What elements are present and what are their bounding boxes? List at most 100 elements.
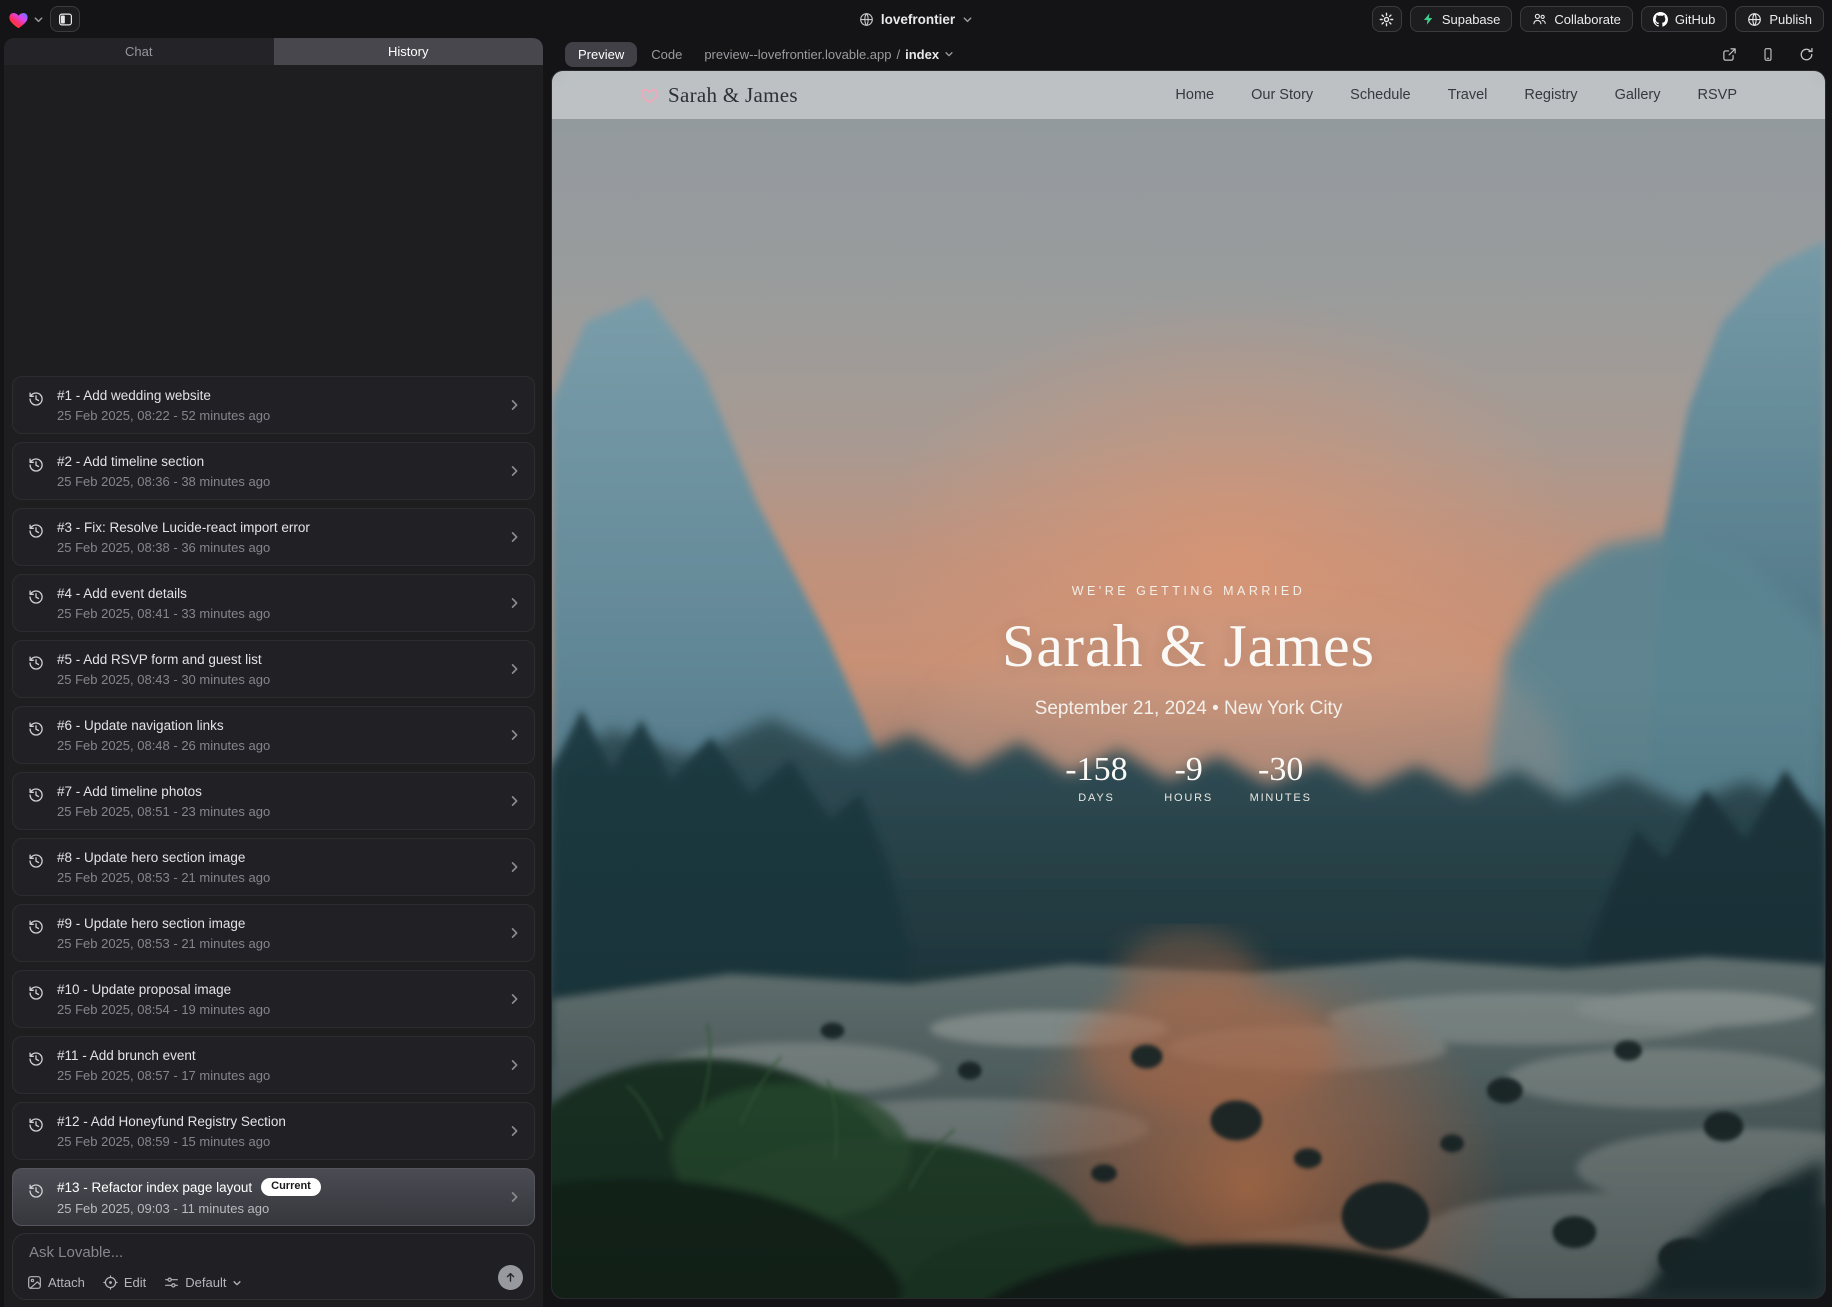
history-clock-icon [28, 919, 44, 935]
history-entry[interactable]: #3 - Fix: Resolve Lucide-react import er… [12, 508, 535, 566]
attach-button[interactable]: Attach [27, 1275, 85, 1290]
site-logo[interactable]: Sarah & James [640, 83, 798, 108]
tab-history[interactable]: History [274, 38, 544, 65]
history-entry[interactable]: #2 - Add timeline section 25 Feb 2025, 0… [12, 442, 535, 500]
chevron-right-icon[interactable] [508, 399, 521, 412]
lovable-heart-logo [8, 10, 29, 29]
history-entry[interactable]: #5 - Add RSVP form and guest list 25 Feb… [12, 640, 535, 698]
history-entry-title: #6 - Update navigation links [57, 718, 224, 733]
history-entry-title: #4 - Add event details [57, 586, 187, 601]
chevron-right-icon[interactable] [508, 927, 521, 940]
chevron-right-icon[interactable] [508, 729, 521, 742]
history-clock-icon [28, 589, 44, 605]
history-entry-timestamp: 25 Feb 2025, 08:36 - 38 minutes ago [57, 474, 534, 489]
history-clock-icon [28, 1051, 44, 1067]
history-entry[interactable]: #10 - Update proposal image 25 Feb 2025,… [12, 970, 535, 1028]
site-logo-text: Sarah & James [668, 83, 798, 108]
chevron-right-icon[interactable] [508, 993, 521, 1006]
panel-left-icon [58, 12, 73, 27]
supabase-button[interactable]: Supabase [1410, 6, 1513, 32]
history-entry-text: #8 - Update hero section image 25 Feb 20… [13, 850, 534, 885]
history-entry-title: #2 - Add timeline section [57, 454, 204, 469]
preview-url-host: preview--lovefrontier.lovable.app [704, 47, 891, 62]
history-entry[interactable]: #13 - Refactor index page layout Current… [12, 1168, 535, 1226]
tab-chat[interactable]: Chat [4, 38, 274, 65]
history-entry[interactable]: #6 - Update navigation links 25 Feb 2025… [12, 706, 535, 764]
history-entry-text: #5 - Add RSVP form and guest list 25 Feb… [13, 652, 534, 687]
countdown-label: DAYS [1078, 792, 1114, 804]
history-entry-text: #13 - Refactor index page layout Current… [13, 1178, 534, 1216]
lovable-logo-menu[interactable] [8, 10, 44, 29]
open-external-icon[interactable] [1722, 47, 1737, 62]
history-entry-text: #9 - Update hero section image 25 Feb 20… [13, 916, 534, 951]
history-entry-text: #4 - Add event details 25 Feb 2025, 08:4… [13, 586, 534, 621]
history-entry-text: #12 - Add Honeyfund Registry Section 25 … [13, 1114, 534, 1149]
history-entry[interactable]: #8 - Update hero section image 25 Feb 20… [12, 838, 535, 896]
countdown-value: -9 [1174, 753, 1202, 787]
chevron-right-icon[interactable] [508, 1125, 521, 1138]
chevron-right-icon[interactable] [508, 597, 521, 610]
chevron-right-icon[interactable] [508, 1191, 521, 1204]
send-button[interactable] [498, 1265, 523, 1290]
site-nav-link[interactable]: Schedule [1350, 87, 1410, 103]
countdown-unit: -9 HOURS [1158, 753, 1220, 804]
history-entry-title: #5 - Add RSVP form and guest list [57, 652, 262, 667]
site-navbar: Sarah & James Home Our Story Schedule Trave… [552, 71, 1825, 119]
history-entry[interactable]: #9 - Update hero section image 25 Feb 20… [12, 904, 535, 962]
chevron-right-icon[interactable] [508, 795, 521, 808]
collaborate-button[interactable]: Collaborate [1520, 6, 1633, 32]
ask-lovable-input[interactable] [29, 1244, 484, 1261]
mobile-view-icon[interactable] [1761, 47, 1775, 62]
website-preview-frame: Sarah & James Home Our Story Schedule Trave… [551, 70, 1826, 1299]
site-nav-link[interactable]: Travel [1448, 87, 1488, 103]
history-entry-text: #2 - Add timeline section 25 Feb 2025, 0… [13, 454, 534, 489]
chat-history-sidebar: Chat History #1 - Add wedding website [4, 38, 543, 1307]
project-chevron-down-icon[interactable] [962, 14, 973, 25]
site-nav-link[interactable]: Registry [1524, 87, 1577, 103]
edit-target-icon [103, 1275, 118, 1290]
preview-url[interactable]: preview--lovefrontier.lovable.app / inde… [704, 47, 954, 62]
publish-globe-icon [1747, 12, 1762, 27]
site-nav-link[interactable]: Home [1175, 87, 1214, 103]
preview-tab[interactable]: Preview [565, 42, 637, 67]
countdown-value: -30 [1258, 753, 1303, 787]
chevron-right-icon[interactable] [508, 861, 521, 874]
site-nav-link[interactable]: Our Story [1251, 87, 1313, 103]
history-entry-title: #9 - Update hero section image [57, 916, 245, 931]
history-entry[interactable]: #1 - Add wedding website 25 Feb 2025, 08… [12, 376, 535, 434]
project-globe-icon [859, 12, 874, 27]
publish-button[interactable]: Publish [1735, 6, 1824, 32]
mode-label: Default [185, 1275, 226, 1290]
sidebar-toggle-button[interactable] [50, 6, 80, 32]
chevron-right-icon[interactable] [508, 465, 521, 478]
history-entry[interactable]: #11 - Add brunch event 25 Feb 2025, 08:5… [12, 1036, 535, 1094]
history-entry-timestamp: 25 Feb 2025, 08:53 - 21 minutes ago [57, 870, 534, 885]
chevron-right-icon[interactable] [508, 1059, 521, 1072]
history-clock-icon [28, 985, 44, 1001]
github-button[interactable]: GitHub [1641, 6, 1727, 32]
collaborate-button-label: Collaborate [1554, 12, 1621, 27]
edit-button[interactable]: Edit [103, 1275, 146, 1290]
chevron-right-icon[interactable] [508, 663, 521, 676]
site-nav-link[interactable]: RSVP [1698, 87, 1738, 103]
github-button-label: GitHub [1675, 12, 1715, 27]
history-entry-timestamp: 25 Feb 2025, 08:57 - 17 minutes ago [57, 1068, 534, 1083]
refresh-icon[interactable] [1799, 47, 1814, 62]
history-entry[interactable]: #12 - Add Honeyfund Registry Section 25 … [12, 1102, 535, 1160]
arrow-up-icon [504, 1271, 517, 1284]
countdown-value: -158 [1065, 753, 1127, 787]
project-name[interactable]: lovefrontier [881, 12, 955, 27]
history-entry-text: #11 - Add brunch event 25 Feb 2025, 08:5… [13, 1048, 534, 1083]
preview-toolbar: Preview Code preview--lovefrontier.lovab… [551, 38, 1826, 70]
model-mode-selector[interactable]: Default [164, 1275, 242, 1290]
settings-button[interactable] [1372, 6, 1402, 32]
history-entry-timestamp: 25 Feb 2025, 08:22 - 52 minutes ago [57, 408, 534, 423]
chevron-right-icon[interactable] [508, 531, 521, 544]
history-entry-text: #6 - Update navigation links 25 Feb 2025… [13, 718, 534, 753]
history-entry[interactable]: #7 - Add timeline photos 25 Feb 2025, 08… [12, 772, 535, 830]
code-tab[interactable]: Code [651, 47, 682, 62]
site-nav-link[interactable]: Gallery [1615, 87, 1661, 103]
history-entry[interactable]: #4 - Add event details 25 Feb 2025, 08:4… [12, 574, 535, 632]
history-entry-timestamp: 25 Feb 2025, 08:51 - 23 minutes ago [57, 804, 534, 819]
sidebar-tabs: Chat History [4, 38, 543, 65]
